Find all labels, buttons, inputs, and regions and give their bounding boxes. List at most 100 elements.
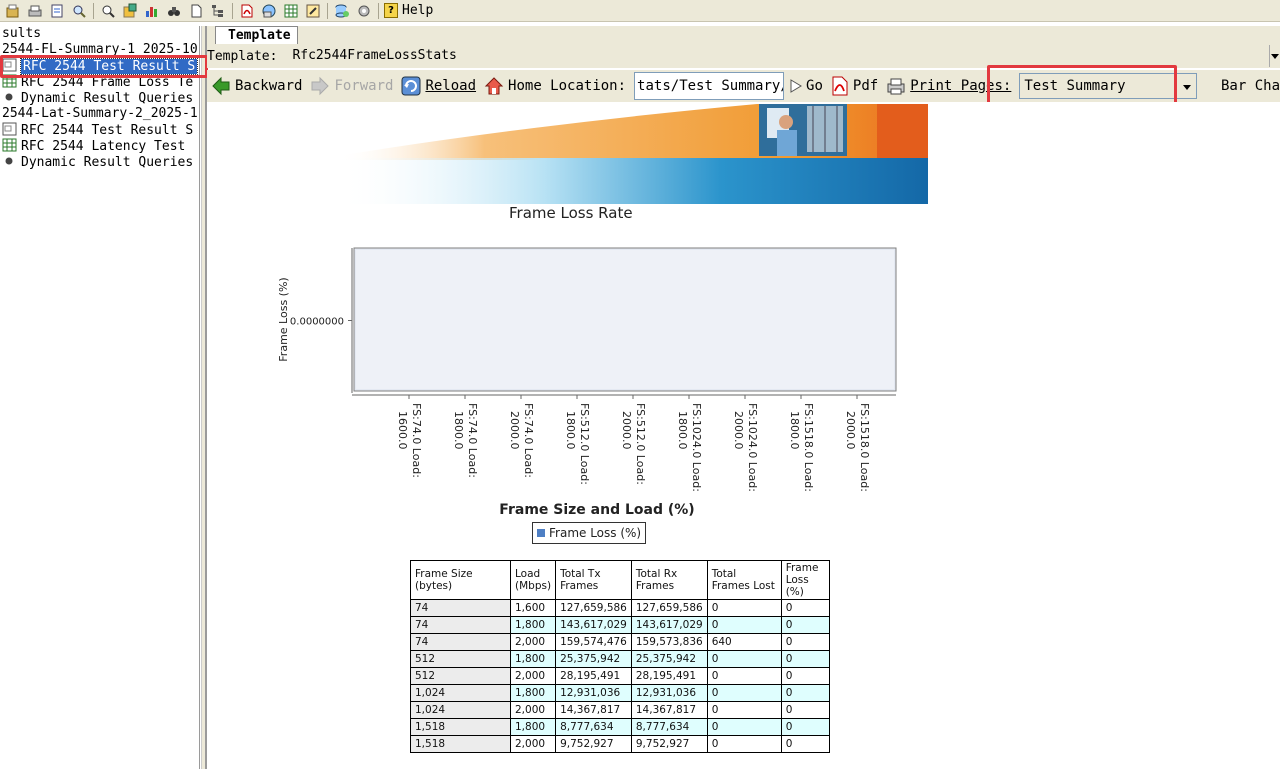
x-tick-label: FS:512.0 Load: — [578, 403, 591, 485]
bar-chart-button[interactable]: Bar Chart — [1221, 78, 1280, 94]
tree-icon[interactable] — [207, 1, 229, 21]
printer-icon[interactable] — [886, 76, 906, 96]
table-cell: 14,367,817 — [556, 702, 632, 719]
table-row: 1,518 2,000 9,752,927 9,752,927 0 0 — [411, 736, 830, 753]
pdf-icon[interactable] — [236, 1, 258, 21]
frame-loss-stats-table: Frame Size (bytes) Load (Mbps) Total Tx … — [410, 560, 830, 753]
table-icon — [2, 138, 18, 152]
x-tick-label: FS:74.0 Load: — [410, 403, 423, 478]
help-label: Help — [402, 3, 433, 18]
pdf-button[interactable]: Pdf — [831, 76, 878, 96]
reload-button[interactable]: Reload — [401, 76, 476, 96]
legend-swatch — [537, 529, 545, 537]
print-icon[interactable] — [24, 1, 46, 21]
results-tree[interactable]: sults 2544-FL-Summary-1_2025-10 RFC 2544… — [0, 26, 200, 769]
frame-loss-bar-chart: 0.0000000Frame Loss (%)FS:74.0 Load:1600… — [267, 242, 907, 522]
x-tick-label: 2000.0 — [732, 411, 745, 450]
forward-button[interactable]: Forward — [310, 76, 393, 96]
x-tick-label: FS:74.0 Load: — [522, 403, 535, 478]
binoculars-icon[interactable] — [163, 1, 185, 21]
report-viewer: Frame Loss Rate 0.0000000 Frame Loss (%) F… — [207, 102, 1280, 769]
bullet-icon — [2, 90, 18, 104]
table-cell: 0 — [781, 617, 829, 634]
x-tick-label: 2000.0 — [844, 411, 857, 450]
tree-item-lat-summary[interactable]: 2544-Lat-Summary-2_2025-1 — [0, 106, 199, 122]
x-tick-label: 1800.0 — [676, 411, 689, 450]
go-button[interactable]: Go — [790, 78, 823, 94]
table-row: 74 2,000 159,574,476 159,573,836 640 0 — [411, 634, 830, 651]
table-icon[interactable] — [280, 1, 302, 21]
table-cell: 9,752,927 — [631, 736, 707, 753]
table-cell: 1,518 — [411, 719, 511, 736]
table-header-row: Frame Size (bytes) Load (Mbps) Total Tx … — [411, 561, 830, 600]
template-row: Template: Rfc2544FrameLossStats — [207, 44, 1280, 68]
table-cell: 0 — [707, 617, 781, 634]
table-cell: 0 — [707, 702, 781, 719]
location-input[interactable]: tats/Test Summary/ — [634, 72, 784, 100]
x-tick-label: FS:1024.0 Load: — [690, 403, 703, 492]
report-nav-bar: Backward Forward Reload Home Location: t… — [207, 70, 1280, 102]
column-header: Total Frames Lost — [707, 561, 781, 600]
table-row: 74 1,800 143,617,029 143,617,029 0 0 — [411, 617, 830, 634]
x-tick-label: FS:1024.0 Load: — [746, 403, 759, 492]
tree-item-dynamic-queries-1[interactable]: Dynamic Result Queries — [0, 90, 199, 106]
table-cell: 127,659,586 — [556, 600, 632, 617]
backward-button[interactable]: Backward — [211, 76, 302, 96]
table-cell: 512 — [411, 668, 511, 685]
table-cell: 28,195,491 — [556, 668, 632, 685]
toolbar-separator — [327, 3, 328, 19]
table-cell: 127,659,586 — [631, 600, 707, 617]
chart-icon[interactable] — [141, 1, 163, 21]
chevron-down-icon[interactable] — [1269, 45, 1280, 67]
toolbar-separator — [232, 3, 233, 19]
x-tick-label: 1600.0 — [396, 411, 409, 450]
properties-icon[interactable] — [46, 1, 68, 21]
table-row: 1,518 1,800 8,777,634 8,777,634 0 0 — [411, 719, 830, 736]
network-icon[interactable] — [258, 1, 280, 21]
toolbar-separator — [93, 3, 94, 19]
tree-item-results[interactable]: sults — [0, 26, 199, 42]
tree-item-frame-loss-test[interactable]: RFC 2544 Frame Loss Te — [0, 74, 199, 90]
report-title: Frame Loss Rate — [509, 204, 633, 222]
x-tick-label: FS:1518.0 Load: — [858, 403, 871, 492]
tab-template[interactable]: Template — [215, 26, 298, 44]
open-icon[interactable] — [2, 1, 24, 21]
report-icon — [2, 58, 18, 72]
table-cell: 8,777,634 — [631, 719, 707, 736]
wizard-icon[interactable] — [302, 1, 324, 21]
tree-item-latency-test[interactable]: RFC 2544 Latency Test — [0, 138, 199, 154]
export-icon[interactable] — [119, 1, 141, 21]
tree-item-dynamic-queries-2[interactable]: Dynamic Result Queries — [0, 154, 199, 170]
zoom-icon[interactable] — [97, 1, 119, 21]
table-cell: 9,752,927 — [556, 736, 632, 753]
table-cell: 1,024 — [411, 685, 511, 702]
x-tick-label: FS:512.0 Load: — [634, 403, 647, 485]
table-cell: 0 — [707, 685, 781, 702]
legend-label: Frame Loss (%) — [549, 526, 641, 540]
x-tick-label: 1800.0 — [564, 411, 577, 450]
tree-item-test-result-summary-1[interactable]: RFC 2544 Test Result S — [0, 58, 199, 74]
home-icon[interactable] — [484, 76, 504, 96]
database-icon[interactable] — [331, 1, 353, 21]
table-cell: 25,375,942 — [556, 651, 632, 668]
x-tick-label: 2000.0 — [620, 411, 633, 450]
print-pages-select[interactable]: Test Summary — [1019, 73, 1197, 99]
table-cell: 512 — [411, 651, 511, 668]
table-cell: 8,777,634 — [556, 719, 632, 736]
template-select[interactable]: Rfc2544FrameLossStats — [292, 45, 1269, 67]
tree-item-test-result-summary-2[interactable]: RFC 2544 Test Result S — [0, 122, 199, 138]
table-cell: 28,195,491 — [631, 668, 707, 685]
tree-item-fl-summary[interactable]: 2544-FL-Summary-1_2025-10 — [0, 42, 199, 58]
tools-icon[interactable] — [353, 1, 375, 21]
find-icon[interactable] — [68, 1, 90, 21]
column-header: Total Rx Frames — [631, 561, 707, 600]
column-header: Frame Size (bytes) — [411, 561, 511, 600]
pdf-icon — [831, 76, 849, 96]
help-button[interactable]: ? Help — [384, 3, 433, 18]
report-icon — [2, 122, 18, 136]
table-cell: 0 — [781, 702, 829, 719]
page-icon[interactable] — [185, 1, 207, 21]
table-cell: 159,573,836 — [631, 634, 707, 651]
table-cell: 143,617,029 — [556, 617, 632, 634]
chevron-down-icon[interactable] — [1178, 74, 1196, 100]
